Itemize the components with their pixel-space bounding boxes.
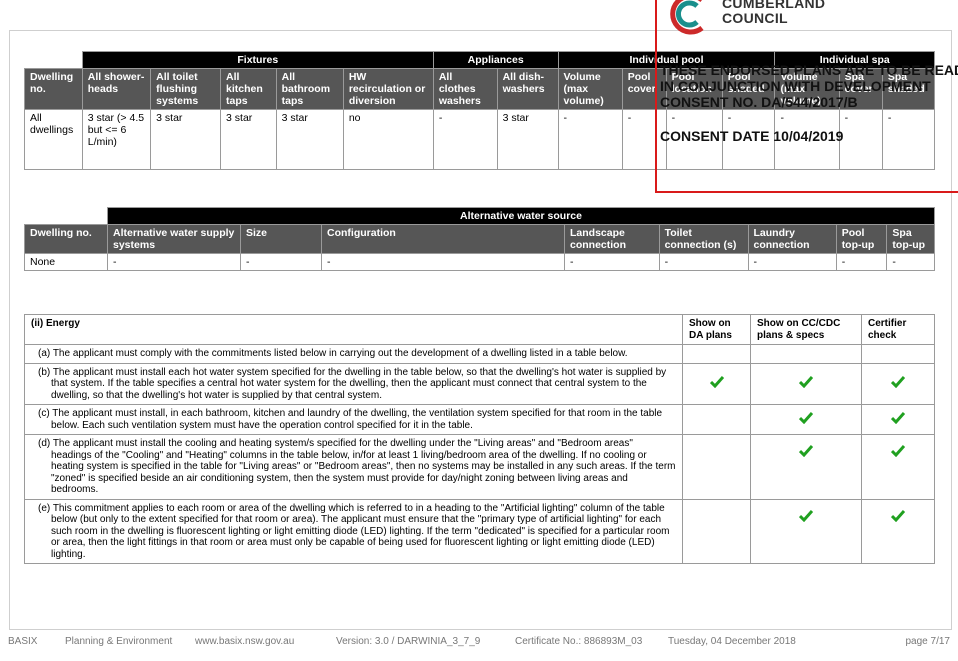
- stamp-line2: IN CONJUNCTION WITH DEVELOPMENT: [660, 78, 931, 94]
- water-table-title: Alternative water source: [107, 207, 935, 225]
- checkmark-icon: [890, 376, 906, 389]
- checkmark-icon: [798, 445, 814, 458]
- check-cell: [750, 362, 862, 405]
- col-header: All toilet flushing systems: [150, 68, 222, 110]
- table-cell: None: [24, 253, 108, 271]
- table-cell: -: [658, 253, 749, 271]
- col-header: Alternative water supply systems: [107, 224, 241, 254]
- col-header: All kitchen taps: [220, 68, 277, 110]
- table-cell: 3 star: [220, 109, 277, 170]
- col-header: Configuration: [321, 224, 565, 254]
- table-cell: 3 star: [275, 109, 344, 170]
- col-header: All shower-heads: [81, 68, 152, 110]
- col-header: All bathroom taps: [275, 68, 344, 110]
- check-cell: [682, 434, 751, 500]
- footer-url[interactable]: www.basix.nsw.gov.au: [195, 636, 294, 647]
- energy-header-row: (ii) Energy Show on DA plans Show on CC/…: [24, 314, 935, 345]
- group-fixtures: Fixtures: [81, 51, 434, 69]
- col-header: Size: [240, 224, 322, 254]
- group-appliances: Appliances: [432, 51, 559, 69]
- col-header: Pool top-up: [835, 224, 888, 254]
- check-cell: [750, 498, 862, 564]
- check-cell: [750, 434, 862, 500]
- alternative-water-table: Alternative water source Dwelling no. Al…: [24, 207, 935, 271]
- col-header: Laundry connection: [747, 224, 837, 254]
- col-header: Dwelling no.: [24, 224, 108, 254]
- table-row: None - - - - - - - -: [24, 253, 935, 271]
- table-cell: -: [557, 109, 623, 170]
- checkmark-icon: [798, 411, 814, 424]
- check-cell: [750, 344, 862, 364]
- table-cell: -: [240, 253, 322, 271]
- footer-basix: BASIX: [8, 636, 38, 647]
- col-header: Landscape connection: [564, 224, 660, 254]
- col-header: All dish-washers: [496, 68, 559, 110]
- col-header-da-plans: Show on DA plans: [682, 314, 751, 345]
- check-cell: [682, 498, 751, 564]
- col-header: All clothes washers: [432, 68, 498, 110]
- table-row: (c) The applicant must install, in each …: [24, 404, 935, 435]
- table-cell: -: [564, 253, 660, 271]
- stamp-line3: CONSENT NO. DA/544/2017/B: [660, 94, 858, 110]
- check-cell: [861, 344, 935, 364]
- footer-page-number: page 7/17: [905, 636, 951, 647]
- stamp-line4: CONSENT DATE 10/04/2019: [660, 128, 844, 144]
- check-cell: [861, 404, 935, 435]
- footer-date: Tuesday, 04 December 2018: [668, 636, 796, 647]
- check-cell: [861, 498, 935, 564]
- check-cell: [682, 404, 751, 435]
- table-cell: 3 star: [496, 109, 559, 170]
- footer-version: Version: 3.0 / DARWINIA_3_7_9: [336, 636, 481, 647]
- table-cell: All dwellings: [24, 109, 83, 170]
- checkmark-icon: [890, 411, 906, 424]
- energy-title: (ii) Energy: [24, 314, 683, 345]
- water-title-row: Alternative water source: [24, 207, 935, 225]
- table-cell: -: [321, 253, 565, 271]
- table-cell: -: [747, 253, 837, 271]
- stamp-line1: THESE ENDORSED PLANS ARE TO BE READ: [660, 62, 958, 78]
- water-header-row: Dwelling no. Alternative water supply sy…: [24, 224, 935, 254]
- table-row: (b) The applicant must install each hot …: [24, 362, 935, 405]
- col-header: Spa top-up: [886, 224, 935, 254]
- checkmark-icon: [890, 445, 906, 458]
- commitment-text: (e) This commitment applies to each room…: [24, 498, 683, 564]
- check-cell: [861, 362, 935, 405]
- checkmark-icon: [890, 509, 906, 522]
- table-cell: -: [835, 253, 888, 271]
- col-header-certifier: Certifier check: [861, 314, 935, 345]
- commitment-text: (d) The applicant must install the cooli…: [24, 434, 683, 500]
- check-cell: [750, 404, 862, 435]
- col-header: Dwelling no.: [24, 68, 83, 110]
- checkmark-icon: [798, 376, 814, 389]
- footer-department: Planning & Environment: [65, 636, 173, 647]
- checkmark-icon: [709, 376, 724, 389]
- table-row: (d) The applicant must install the cooli…: [24, 434, 935, 500]
- checkmark-icon: [798, 509, 814, 522]
- check-cell: [682, 344, 751, 364]
- table-cell: -: [432, 109, 498, 170]
- check-cell: [682, 362, 751, 405]
- check-cell: [861, 434, 935, 500]
- table-cell: no: [342, 109, 434, 170]
- energy-table: (ii) Energy Show on DA plans Show on CC/…: [24, 314, 935, 564]
- footer-certificate: Certificate No.: 886893M_03: [515, 636, 643, 647]
- table-cell: 3 star (> 4.5 but <= 6 L/min): [81, 109, 152, 170]
- table-cell: -: [886, 253, 935, 271]
- commitment-text: (c) The applicant must install, in each …: [24, 404, 683, 435]
- table-row: (a) The applicant must comply with the c…: [24, 344, 935, 364]
- col-header: Toilet connection (s): [658, 224, 749, 254]
- table-row: (e) This commitment applies to each room…: [24, 498, 935, 564]
- commitment-text: (a) The applicant must comply with the c…: [24, 344, 683, 364]
- col-header: Volume (max volume): [557, 68, 623, 110]
- col-header-cc-plans: Show on CC/CDC plans & specs: [750, 314, 862, 345]
- col-header: HW recirculation or diversion: [342, 68, 434, 110]
- table-cell: 3 star: [150, 109, 222, 170]
- table-cell: -: [107, 253, 241, 271]
- commitment-text: (b) The applicant must install each hot …: [24, 362, 683, 405]
